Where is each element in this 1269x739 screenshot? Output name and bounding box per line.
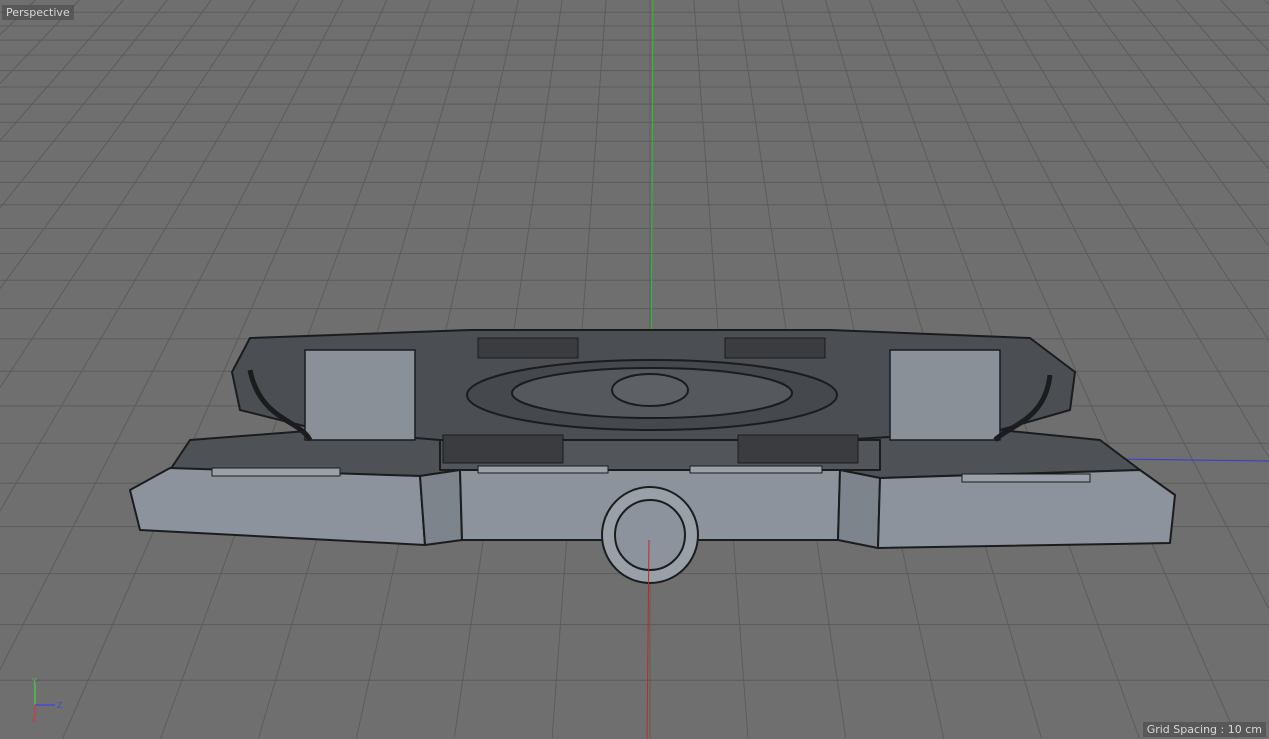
model-grille [724, 337, 826, 359]
axis-gizmo: Y Z X [31, 677, 63, 724]
model-wheel-inner [614, 499, 686, 571]
model-trim [211, 467, 341, 477]
viewport-scene[interactable]: Y Z X [0, 0, 1269, 739]
model-front-left-bevel [419, 469, 463, 546]
model-front-left [129, 467, 426, 546]
grid-line [0, 0, 344, 670]
model-trim [477, 465, 609, 474]
grid-line [1176, 0, 1269, 106]
camera-label[interactable]: Perspective [2, 5, 74, 20]
gizmo-z-label: Z [57, 701, 63, 710]
y-axis-line [650, 0, 654, 386]
z-axis-line [1109, 458, 1269, 462]
grid-line [0, 0, 256, 388]
model-grille [737, 434, 859, 464]
grid-line [1264, 0, 1269, 5]
grid-line [0, 0, 212, 289]
grid-line [1044, 0, 1269, 341]
gizmo-x-label: X [31, 715, 37, 724]
grid-spacing-label: Grid Spacing : 10 cm [1142, 722, 1266, 737]
model-grille [477, 337, 579, 359]
grid-line [1088, 0, 1269, 247]
model-front-right-bevel [837, 469, 881, 549]
model-trim [689, 465, 823, 474]
gizmo-y-label: Y [31, 677, 37, 686]
hoverboard-model[interactable] [129, 329, 1176, 584]
model-trim [961, 473, 1091, 483]
model-right-pod [889, 349, 1001, 441]
model-center-knob [611, 373, 689, 407]
3d-viewport[interactable]: Y Z X Perspective Grid Spacing : 10 cm [0, 0, 1269, 739]
model-left-pod [304, 349, 416, 441]
model-grille [442, 434, 564, 464]
